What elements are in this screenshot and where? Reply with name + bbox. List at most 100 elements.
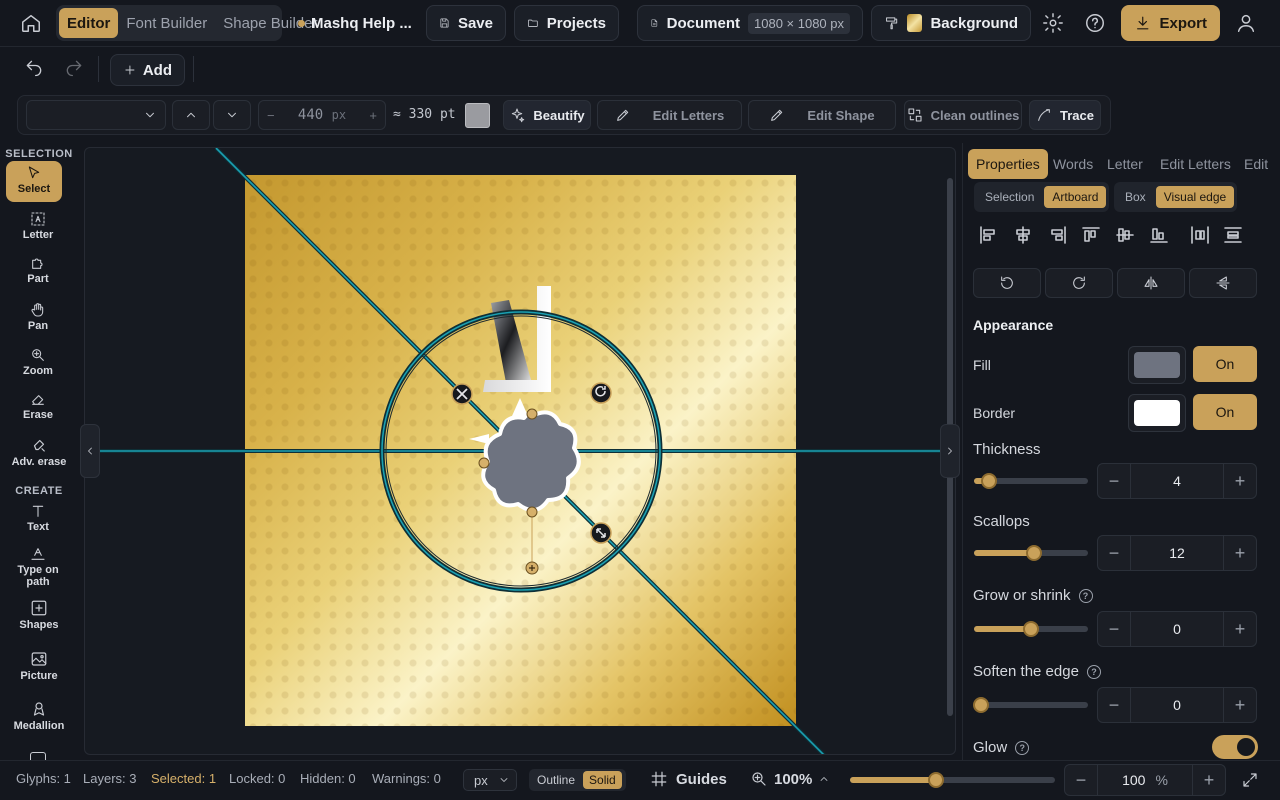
tool-zoom[interactable]: Zoom xyxy=(6,347,70,378)
grow-decrement[interactable]: − xyxy=(1098,619,1130,640)
tool-erase[interactable]: Erase xyxy=(6,391,70,422)
flip-vertical-button[interactable] xyxy=(1189,268,1257,298)
tool-medallion[interactable]: Medallion xyxy=(4,700,74,733)
handle-top[interactable] xyxy=(526,408,538,420)
font-select[interactable] xyxy=(26,100,166,130)
more-tools-icon[interactable] xyxy=(30,752,46,760)
tool-letter[interactable]: Letter xyxy=(6,211,70,242)
minus-icon[interactable]: − xyxy=(267,108,275,123)
tab-edit[interactable]: Edit xyxy=(1236,149,1276,179)
scallops-decrement[interactable]: − xyxy=(1098,543,1130,564)
size-stepper[interactable]: − 440 px + xyxy=(258,100,386,130)
thickness-slider-thumb[interactable] xyxy=(980,473,997,489)
zoom-decrement[interactable]: − xyxy=(1065,770,1097,791)
scallops-slider[interactable] xyxy=(974,545,1088,561)
color-swatch[interactable] xyxy=(465,103,490,128)
tab-properties[interactable]: Properties xyxy=(968,149,1048,179)
beautify-button[interactable]: Beautify xyxy=(503,100,591,130)
help-project-title[interactable]: Mashq Help ... xyxy=(298,13,412,33)
tab-font-builder[interactable]: Font Builder xyxy=(118,8,215,38)
soften-slider[interactable] xyxy=(972,697,1088,713)
tool-adv-erase[interactable]: Adv. erase xyxy=(4,436,74,469)
save-button[interactable]: Save xyxy=(426,5,506,41)
scallops-value[interactable]: 12 xyxy=(1130,536,1224,570)
tool-shapes[interactable]: Shapes xyxy=(4,599,74,632)
fill-color-button[interactable] xyxy=(1128,346,1186,384)
soften-slider-thumb[interactable] xyxy=(972,697,989,713)
flip-horizontal-button[interactable] xyxy=(1117,268,1185,298)
tool-select[interactable]: Select xyxy=(6,161,62,202)
guides-button[interactable]: Guides xyxy=(650,770,727,788)
grow-slider[interactable] xyxy=(974,621,1088,637)
rotate-right-button[interactable] xyxy=(1045,268,1113,298)
zoom-slider-thumb[interactable] xyxy=(928,772,945,788)
thickness-increment[interactable]: + xyxy=(1224,471,1256,492)
tool-picture[interactable]: Picture xyxy=(4,650,74,683)
plus-icon[interactable]: + xyxy=(369,108,377,123)
bounds-box[interactable]: Box xyxy=(1117,186,1154,208)
canvas-area[interactable] xyxy=(84,147,956,755)
grow-increment[interactable]: + xyxy=(1224,619,1256,640)
scallops-slider-thumb[interactable] xyxy=(1026,545,1043,561)
document-button[interactable]: Document 1080 × 1080 px xyxy=(637,5,863,41)
background-button[interactable]: Background xyxy=(871,5,1031,41)
collapse-left-button[interactable] xyxy=(80,424,100,478)
handle-bottom[interactable] xyxy=(526,506,538,518)
tool-type-on-path[interactable]: Type on path xyxy=(6,546,70,588)
grow-help-icon[interactable]: ? xyxy=(1078,588,1093,603)
projects-button[interactable]: Projects xyxy=(514,5,619,41)
tool-part[interactable]: Part xyxy=(6,255,70,286)
export-button[interactable]: Export xyxy=(1121,5,1220,41)
edit-letters-button[interactable]: Edit Letters xyxy=(597,100,742,130)
move-down-button[interactable] xyxy=(213,100,251,130)
soften-help-icon[interactable]: ? xyxy=(1086,664,1101,679)
grow-slider-thumb[interactable] xyxy=(1023,621,1039,637)
fullscreen-button[interactable] xyxy=(1241,771,1259,789)
trace-button[interactable]: Trace xyxy=(1029,100,1101,130)
align-selection[interactable]: Selection xyxy=(977,186,1042,208)
tab-edit-letters[interactable]: Edit Letters xyxy=(1152,149,1239,179)
zoom-value-box[interactable]: 100 % xyxy=(1097,765,1193,795)
settings-button[interactable] xyxy=(1042,12,1064,34)
align-artboard[interactable]: Artboard xyxy=(1044,186,1107,208)
undo-button[interactable] xyxy=(24,58,44,78)
move-up-button[interactable] xyxy=(172,100,210,130)
soften-decrement[interactable]: − xyxy=(1098,695,1130,716)
home-button[interactable] xyxy=(20,12,44,34)
bounds-visual-edge[interactable]: Visual edge xyxy=(1155,186,1235,208)
view-outline[interactable]: Outline xyxy=(531,771,581,789)
handle-left[interactable] xyxy=(478,457,490,469)
zoom-increment[interactable]: + xyxy=(1193,770,1225,791)
soften-increment[interactable]: + xyxy=(1224,695,1256,716)
fill-toggle[interactable]: On xyxy=(1193,346,1257,382)
account-button[interactable] xyxy=(1235,12,1257,34)
delete-handle[interactable] xyxy=(451,383,473,405)
grow-value[interactable]: 0 xyxy=(1130,612,1224,646)
add-button[interactable]: Add xyxy=(110,54,185,86)
zoom-slider[interactable] xyxy=(850,772,1055,788)
tool-text[interactable]: Text xyxy=(6,503,70,534)
redo-button[interactable] xyxy=(64,58,84,78)
view-solid[interactable]: Solid xyxy=(583,771,622,789)
border-color-button[interactable] xyxy=(1128,394,1186,432)
thickness-decrement[interactable]: − xyxy=(1098,471,1130,492)
tab-letter[interactable]: Letter xyxy=(1099,149,1151,179)
soften-value[interactable]: 0 xyxy=(1130,688,1224,722)
clean-outlines-button[interactable]: Clean outlines xyxy=(904,100,1022,130)
tab-editor[interactable]: Editor xyxy=(59,8,119,38)
scallops-increment[interactable]: + xyxy=(1224,543,1256,564)
border-toggle[interactable]: On xyxy=(1193,394,1257,430)
edit-shape-button[interactable]: Edit Shape xyxy=(748,100,896,130)
unit-select[interactable]: px xyxy=(463,769,517,791)
thickness-slider[interactable] xyxy=(974,473,1088,489)
rotate-handle[interactable] xyxy=(590,382,612,404)
glow-help-icon[interactable]: ? xyxy=(1015,740,1030,755)
rotate-left-button[interactable] xyxy=(973,268,1041,298)
help-button[interactable] xyxy=(1084,12,1106,34)
zoom-dropdown[interactable]: 100% xyxy=(750,770,830,788)
thickness-value[interactable]: 4 xyxy=(1130,464,1224,498)
scale-handle[interactable] xyxy=(590,522,612,544)
collapse-right-button[interactable] xyxy=(940,424,960,478)
glow-toggle[interactable] xyxy=(1212,735,1258,759)
tool-pan[interactable]: Pan xyxy=(6,302,70,333)
